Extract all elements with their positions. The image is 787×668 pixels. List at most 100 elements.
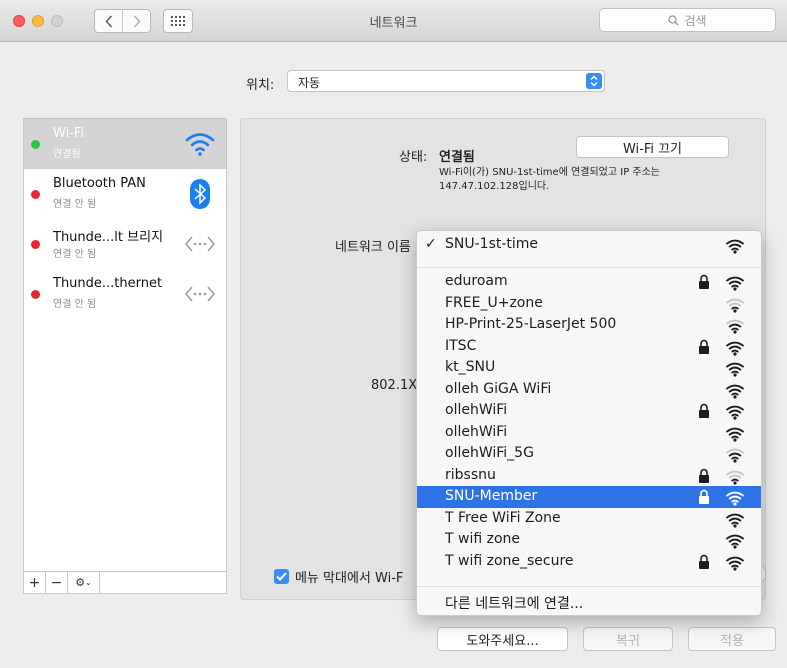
wifi-signal-icon (726, 427, 744, 442)
network-name: SNU-1st-time (445, 236, 539, 252)
wifi-signal-icon (726, 491, 744, 506)
chevron-left-icon (105, 15, 112, 27)
menu-item-network[interactable]: FREE_U+zone (417, 293, 761, 315)
menu-item-network[interactable]: SNU-Member (417, 486, 761, 508)
chevron-down-icon: ⌄ (85, 578, 92, 587)
menu-item-network[interactable]: T Free WiFi Zone (417, 508, 761, 530)
chevron-right-icon (133, 15, 140, 27)
service-item-thunderbolt-bridge[interactable]: Thunde...lt 브리지 연결 안 됨 (24, 219, 226, 269)
menu-separator (417, 586, 761, 587)
grid-icon (171, 16, 185, 26)
network-name: kt_SNU (445, 359, 496, 375)
wifi-signal-icon (726, 276, 744, 291)
wifi-signal-icon (726, 556, 744, 571)
close-window-button[interactable] (13, 15, 25, 27)
network-name: olleh GiGA WiFi (445, 380, 552, 397)
zoom-window-button[interactable] (51, 15, 63, 27)
menu-item-current-network[interactable]: ✓ SNU-1st-time (417, 234, 761, 256)
gear-icon: ⚙ (75, 576, 86, 589)
back-button[interactable] (95, 10, 122, 32)
turn-wifi-off-button[interactable]: Wi-Fi 끄기 (576, 136, 729, 158)
lock-icon (699, 554, 709, 569)
menu-item-network[interactable]: ollehWiFi_5G (417, 443, 761, 465)
wifi-signal-icon (726, 362, 744, 377)
thunderbolt-ethernet-icon (184, 278, 216, 310)
status-description-line: Wi-Fi이(가) SNU-1st-time에 연결되었고 IP 주소는 (439, 167, 661, 178)
menu-item-network[interactable]: kt_SNU (417, 357, 761, 379)
menu-item-network[interactable]: T wifi zone_secure (417, 551, 761, 573)
network-name-label: 네트워크 이름 (335, 240, 411, 255)
service-status: 연결됨 (53, 149, 81, 160)
lock-icon (699, 403, 709, 418)
forward-button[interactable] (122, 10, 150, 32)
apply-button[interactable]: 적용 (688, 627, 776, 651)
wifi-signal-icon (726, 448, 744, 463)
location-value: 자동 (298, 76, 321, 90)
service-item-bluetooth-pan[interactable]: Bluetooth PAN 연결 안 됨 (24, 169, 226, 219)
service-status: 연결 안 됨 (53, 299, 97, 310)
menu-item-network[interactable]: ollehWiFi (417, 422, 761, 444)
thunderbolt-bridge-icon (184, 228, 216, 260)
service-item-thunderbolt-ethernet[interactable]: Thunde...thernet 연결 안 됨 (24, 269, 226, 319)
navigation-buttons (94, 9, 151, 33)
menu-item-join-other-network[interactable]: 다른 네트워크에 연결... (417, 591, 761, 613)
menu-separator (417, 267, 761, 268)
network-name: SNU-Member (445, 488, 538, 504)
help-button[interactable]: 도와주세요... (437, 627, 568, 651)
menu-item-network[interactable]: HP-Print-25-LaserJet 500 (417, 314, 761, 336)
title-bar: 네트워크 검색 (0, 0, 787, 42)
status-value: 연결됨 (439, 150, 475, 165)
show-all-button[interactable] (163, 9, 193, 33)
wifi-signal-icon (726, 470, 744, 485)
status-description: Wi-Fi이(가) SNU-1st-time에 연결되었고 IP 주소는 147… (439, 166, 739, 194)
lock-icon (699, 489, 709, 504)
wifi-icon (184, 128, 216, 160)
status-label: 상태: (399, 150, 428, 165)
label-8021x: 802.1X (371, 378, 418, 393)
service-list: Wi-Fi 연결됨 Bluetooth PAN 연결 안 됨 Thunde...… (23, 118, 227, 572)
checkmark-icon: ✓ (425, 236, 437, 252)
menu-item-network[interactable]: ITSC (417, 336, 761, 358)
action-menu-button[interactable]: ⚙ ⌄ (68, 572, 100, 593)
lock-icon (699, 339, 709, 354)
revert-button[interactable]: 복귀 (583, 627, 673, 651)
network-name: HP-Print-25-LaserJet 500 (445, 316, 617, 332)
add-service-button[interactable]: + (24, 572, 46, 593)
menu-item-network[interactable]: ribssnu (417, 465, 761, 487)
menu-item-network[interactable]: T wifi zone (417, 529, 761, 551)
network-name: ollehWiFi (445, 402, 508, 418)
wifi-signal-icon (726, 534, 744, 549)
wifi-signal-icon (726, 513, 744, 528)
show-wifi-in-menubar-checkbox[interactable]: 메뉴 막대에서 Wi-F (274, 567, 403, 586)
service-status: 연결 안 됨 (53, 249, 97, 260)
location-select[interactable]: 자동 (287, 70, 605, 92)
minimize-window-button[interactable] (32, 15, 44, 27)
search-icon (668, 14, 679, 26)
status-description-line: 147.47.102.128입니다. (439, 181, 550, 192)
lock-icon (699, 274, 709, 289)
status-dot (31, 290, 40, 299)
service-item-wifi[interactable]: Wi-Fi 연결됨 (24, 119, 226, 169)
checkbox-label: 메뉴 막대에서 Wi-F (295, 571, 404, 586)
network-name: FREE_U+zone (445, 294, 543, 311)
search-field[interactable]: 검색 (599, 8, 776, 32)
service-name: Thunde...lt 브리지 (53, 230, 164, 245)
remove-service-button[interactable]: − (46, 572, 68, 593)
wifi-signal-icon (726, 319, 744, 334)
menu-item-network[interactable]: olleh GiGA WiFi (417, 379, 761, 401)
menu-item-network[interactable]: eduroam (417, 271, 761, 293)
service-toolbar: + − ⚙ ⌄ (23, 572, 227, 594)
network-name: ollehWiFi_5G (445, 445, 534, 461)
checkmark-icon (274, 569, 289, 584)
wifi-signal-icon (726, 405, 744, 420)
lock-icon (699, 468, 709, 483)
bluetooth-icon (184, 178, 216, 210)
join-other-network-label: 다른 네트워크에 연결... (445, 596, 584, 612)
location-label: 위치: (246, 78, 275, 93)
status-dot (31, 140, 40, 149)
wifi-signal-icon (726, 239, 744, 254)
menu-item-network[interactable]: ollehWiFi (417, 400, 761, 422)
wifi-signal-icon (726, 384, 744, 399)
network-name: ITSC (445, 337, 477, 354)
wifi-signal-icon (726, 341, 744, 356)
